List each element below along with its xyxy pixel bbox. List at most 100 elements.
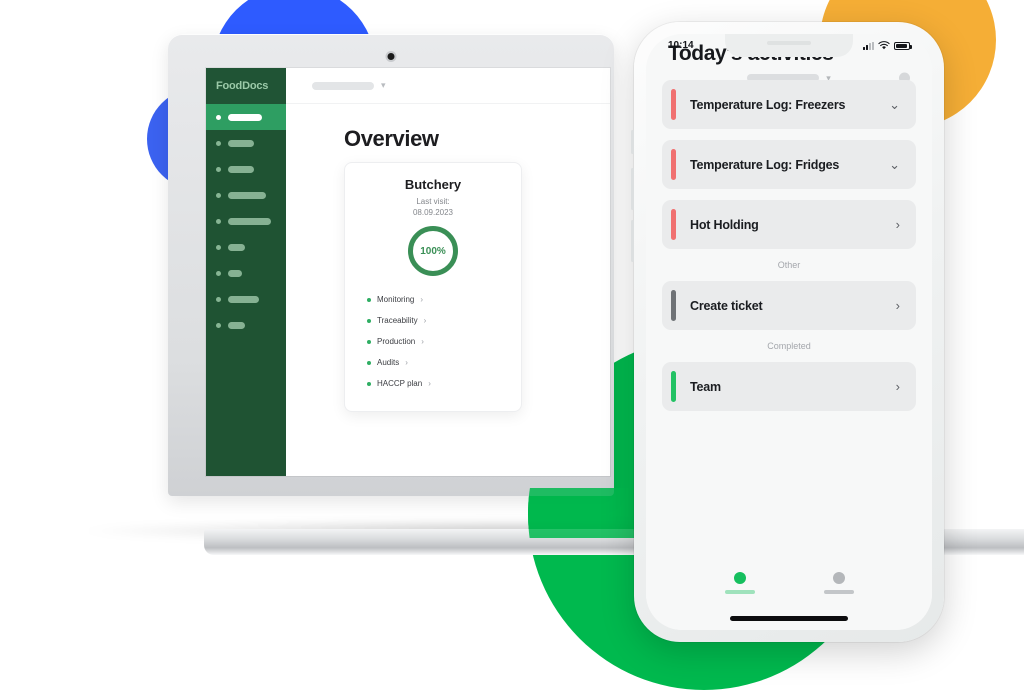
bullet-icon <box>367 339 371 344</box>
facility-link-traceability[interactable]: Traceability › <box>367 310 521 331</box>
activity-label: Temperature Log: Freezers <box>690 97 846 112</box>
facility-link-label: Traceability <box>377 316 418 325</box>
sidebar-item-label-placeholder <box>228 191 266 199</box>
chevron-down-icon[interactable]: ⌄ <box>889 158 900 171</box>
sidebar-nav <box>206 104 286 338</box>
sidebar-item-bullet-icon <box>216 296 221 302</box>
facility-name: Butchery <box>404 177 462 192</box>
activity-card-hot-holding[interactable]: Hot Holding › <box>662 200 916 249</box>
bullet-icon <box>367 360 371 365</box>
facility-link-label: Production <box>377 337 416 346</box>
sidebar-item-label-placeholder <box>228 139 254 147</box>
section-label-other: Other <box>777 260 801 270</box>
laptop-screen: FoodDocs ▾ Overview Butchery Last visit:… <box>206 68 610 476</box>
activity-card-temperature-log-fridges[interactable]: Temperature Log: Fridges ⌄ <box>662 140 916 189</box>
sidebar-item-bullet-icon <box>216 114 221 120</box>
sidebar-item-label-placeholder <box>228 321 245 329</box>
activity-label: Hot Holding <box>690 217 759 232</box>
sidebar-item-label-placeholder <box>228 165 254 173</box>
tab-home[interactable] <box>716 572 764 594</box>
laptop-camera-icon <box>387 53 395 60</box>
sidebar-item-3[interactable] <box>206 182 286 208</box>
cellular-signal-icon <box>863 41 874 50</box>
app-main: ▾ Overview Butchery Last visit: 08.09.20… <box>286 68 610 476</box>
progress-value: 100% <box>420 245 446 257</box>
facility-links: Monitoring › Traceability › Production › Audit… <box>367 289 521 394</box>
facility-link-label: Monitoring <box>377 295 415 304</box>
status-icons <box>863 41 912 50</box>
sidebar-item-8[interactable] <box>206 312 286 338</box>
chevron-down-icon[interactable]: ▾ <box>381 81 386 90</box>
tab-underline <box>724 590 755 594</box>
chevron-right-icon[interactable]: › <box>896 299 900 312</box>
activity-label: Team <box>690 379 721 394</box>
activity-list: Temperature Log: Freezers ⌄ Temperature Lo… <box>646 80 932 411</box>
sidebar-item-label-placeholder <box>228 113 262 121</box>
sidebar-item-bullet-icon <box>216 218 221 224</box>
facility-link-monitoring[interactable]: Monitoring › <box>367 289 521 310</box>
sidebar-item-5[interactable] <box>206 234 286 260</box>
app-logo-text: FoodDocs <box>216 80 269 92</box>
page-title: Overview <box>344 126 439 151</box>
sidebar-item-bullet-icon <box>216 270 221 276</box>
bullet-icon <box>367 297 371 302</box>
status-bar: 10:14 <box>646 34 932 57</box>
phone-mute-button[interactable] <box>631 130 634 154</box>
app-sidebar: FoodDocs <box>206 68 286 476</box>
battery-icon <box>894 41 912 50</box>
sidebar-item-label-placeholder <box>228 217 271 225</box>
profile-tab-icon <box>832 572 845 584</box>
account-selector[interactable] <box>312 81 374 90</box>
app-topbar: ▾ <box>286 68 610 104</box>
phone-device: 10:14 ▾ Today's activities Temperatur <box>631 22 944 642</box>
wifi-icon <box>878 41 890 50</box>
sidebar-item-0[interactable] <box>206 104 286 130</box>
sidebar-item-6[interactable] <box>206 260 286 286</box>
facility-last-visit-date: 08.09.2023 <box>412 208 454 217</box>
facility-link-audits[interactable]: Audits › <box>367 352 521 373</box>
sidebar-item-1[interactable] <box>206 130 286 156</box>
sidebar-item-label-placeholder <box>228 295 259 303</box>
sidebar-item-7[interactable] <box>206 286 286 312</box>
sidebar-item-bullet-icon <box>216 192 221 198</box>
phone-volume-up-button[interactable] <box>631 168 634 210</box>
sidebar-item-4[interactable] <box>206 208 286 234</box>
chevron-right-icon: › <box>405 358 408 367</box>
chevron-right-icon: › <box>428 379 431 388</box>
activity-status-accent <box>671 290 676 321</box>
chevron-right-icon[interactable]: › <box>896 380 900 393</box>
app-logo[interactable]: FoodDocs <box>206 68 286 104</box>
home-tab-icon <box>733 572 746 584</box>
chevron-right-icon: › <box>421 337 424 346</box>
laptop-device: FoodDocs ▾ Overview Butchery Last visit:… <box>168 34 1024 555</box>
activity-status-accent <box>671 209 676 240</box>
progress-ring: 100% <box>408 226 458 276</box>
phone-volume-down-button[interactable] <box>631 220 634 262</box>
sidebar-item-2[interactable] <box>206 156 286 182</box>
facility-link-haccp-plan[interactable]: HACCP plan › <box>367 373 521 394</box>
facility-last-visit-label: Last visit: <box>416 197 450 206</box>
activity-status-accent <box>671 149 676 180</box>
facility-link-label: HACCP plan <box>377 379 423 388</box>
activity-label: Create ticket <box>690 298 763 313</box>
sidebar-item-bullet-icon <box>216 322 221 328</box>
chevron-right-icon: › <box>420 295 424 304</box>
tab-profile[interactable] <box>815 572 863 594</box>
activity-card-team[interactable]: Team › <box>662 362 916 411</box>
sidebar-item-label-placeholder <box>228 269 242 277</box>
activity-status-accent <box>671 89 676 120</box>
phone-screen: 10:14 ▾ Today's activities Temperatur <box>646 34 932 630</box>
activity-card-temperature-log-freezers[interactable]: Temperature Log: Freezers ⌄ <box>662 80 916 129</box>
chevron-down-icon[interactable]: ⌄ <box>889 98 900 111</box>
bullet-icon <box>367 318 371 323</box>
bullet-icon <box>367 381 371 386</box>
screenshot-root: FoodDocs ▾ Overview Butchery Last visit:… <box>0 0 1024 690</box>
facility-card[interactable]: Butchery Last visit: 08.09.2023 100% Mon… <box>344 162 522 412</box>
home-indicator <box>730 616 848 621</box>
facility-link-production[interactable]: Production › <box>367 331 521 352</box>
activity-status-accent <box>671 371 676 402</box>
chevron-right-icon[interactable]: › <box>896 218 900 231</box>
status-time: 10:14 <box>668 40 694 51</box>
section-label-completed: Completed <box>767 341 811 351</box>
activity-card-create-ticket[interactable]: Create ticket › <box>662 281 916 330</box>
